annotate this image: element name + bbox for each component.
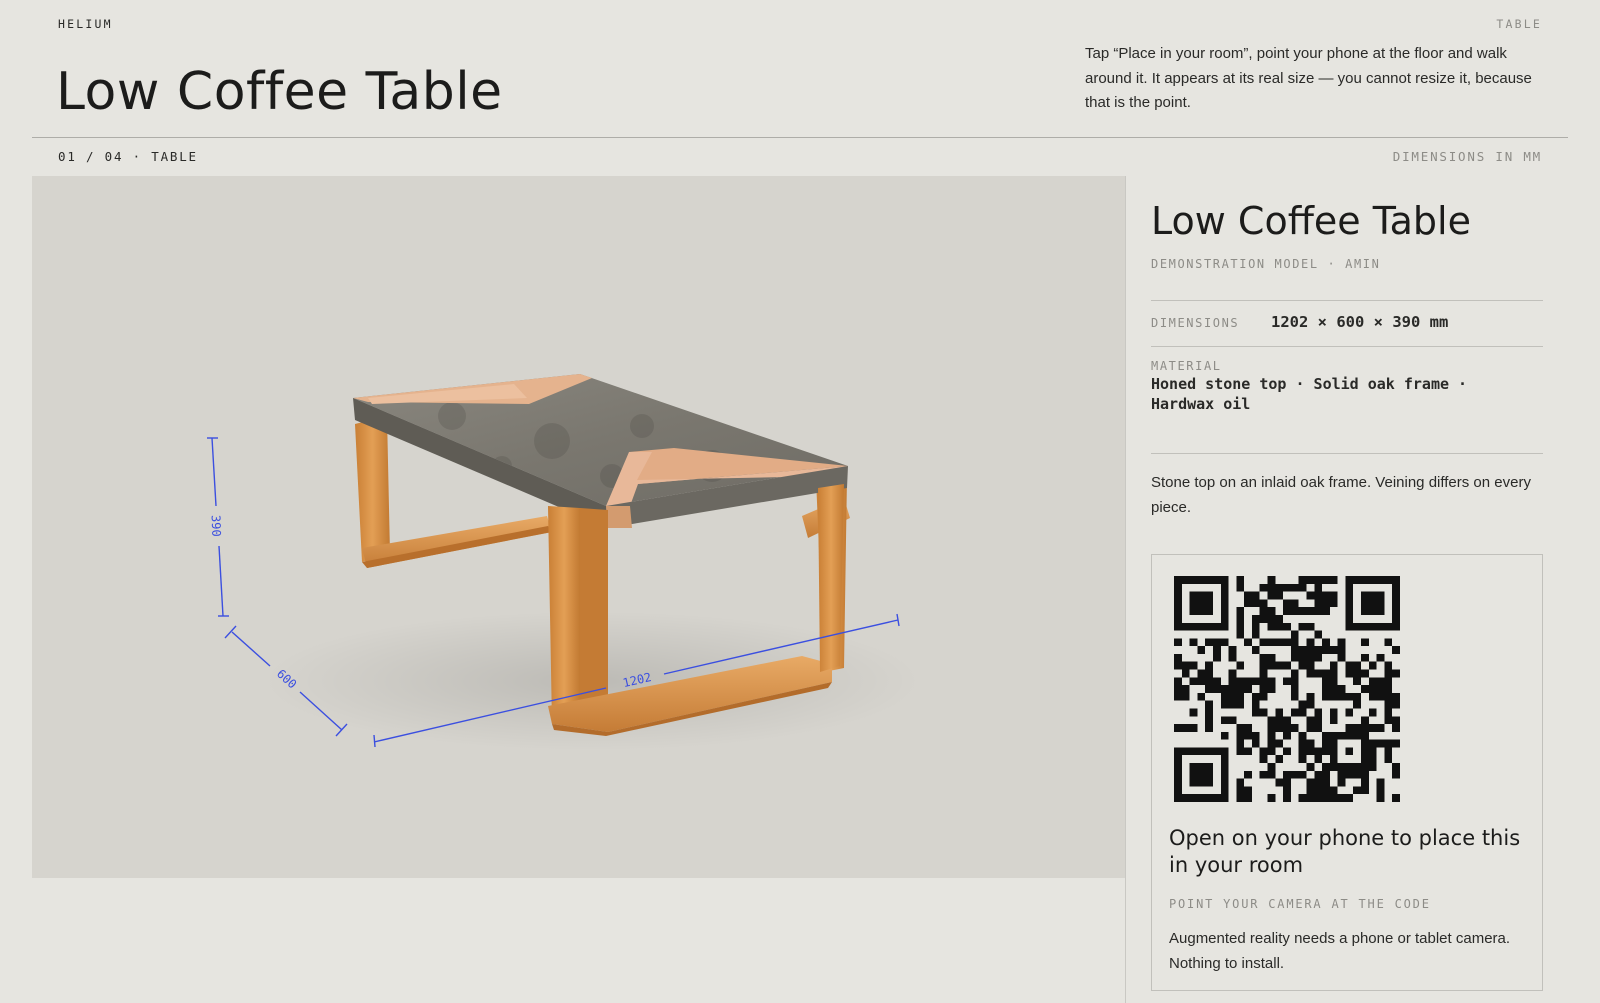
qr-code-icon <box>1174 576 1400 802</box>
qr-note: Augmented reality needs a phone or table… <box>1169 930 1511 972</box>
front-right-leg <box>818 484 844 672</box>
table-top <box>353 374 848 528</box>
qr-hint: POINT YOUR CAMERA AT THE CODE <box>1169 897 1431 911</box>
material-label: MATERIAL <box>1151 359 1222 373</box>
dimension-height-label: 390 <box>209 515 224 537</box>
item-counter: 01 / 04 · TABLE <box>58 149 198 164</box>
qr-card: Open on your phone to place this in your… <box>1151 554 1543 991</box>
product-subtitle: DEMONSTRATION MODEL · AMIN <box>1151 257 1381 271</box>
material-value: Honed stone top · Solid oak frame · Hard… <box>1151 375 1468 413</box>
category-label: TABLE <box>1496 17 1542 31</box>
divider <box>1151 346 1543 347</box>
units-note: DIMENSIONS IN MM <box>1392 149 1542 164</box>
divider <box>1151 300 1543 301</box>
brand-logo[interactable]: HELIUM <box>58 17 113 31</box>
qr-code[interactable] <box>1174 576 1400 802</box>
product-description: Stone top on an inlaid oak frame. Veinin… <box>1151 474 1531 516</box>
table-render[interactable]: 390 600 1202 <box>32 176 1126 878</box>
qr-title: Open on your phone to place this in your… <box>1169 826 1521 877</box>
divider <box>1151 453 1543 454</box>
model-viewer[interactable]: 390 600 1202 <box>32 176 1126 878</box>
dimensions-label: DIMENSIONS <box>1151 316 1240 330</box>
page-header: HELIUM TABLE Low Coffee Table Tap “Place… <box>32 0 1568 138</box>
product-title: Low Coffee Table <box>1151 199 1471 243</box>
column-divider <box>1125 176 1126 1003</box>
page-title: Low Coffee Table <box>56 62 503 122</box>
dimensions-value: 1202 × 600 × 390 mm <box>1271 313 1449 331</box>
intro-text: Tap “Place in your room”, point your pho… <box>1085 45 1532 111</box>
